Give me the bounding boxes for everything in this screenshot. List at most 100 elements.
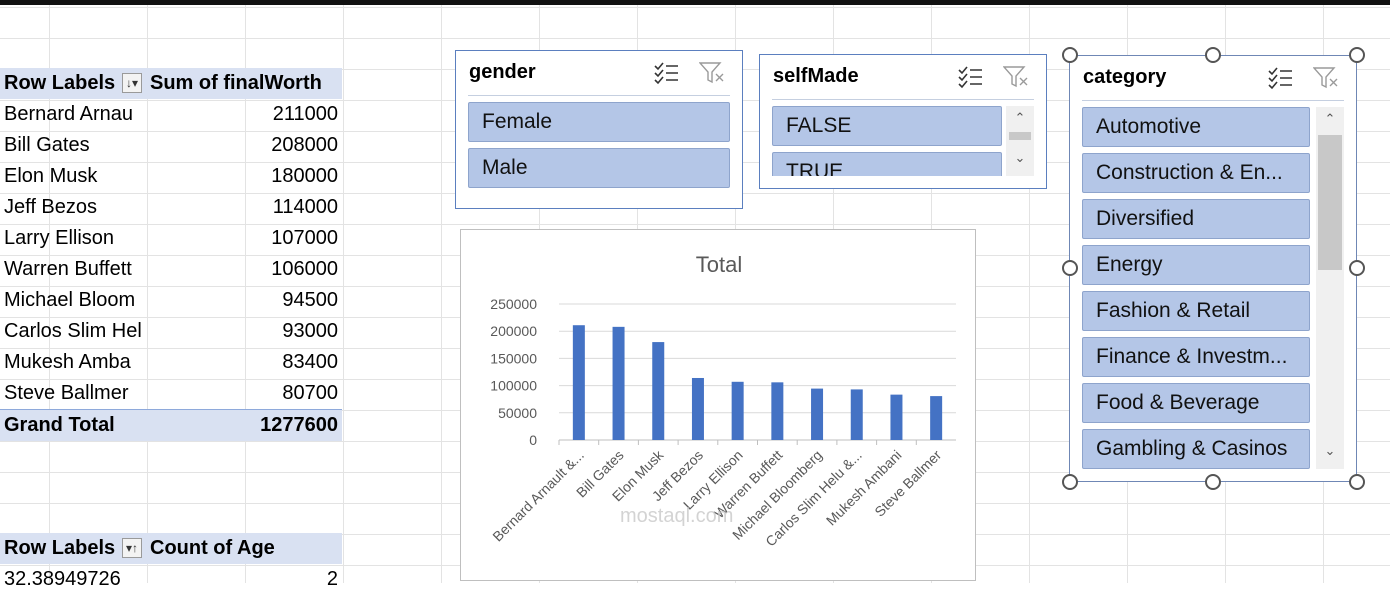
pivot2-header-row: Row Labels ▾↑ Count of Age xyxy=(0,533,342,564)
slicer-category-title: category xyxy=(1083,66,1167,88)
row-label: Michael Bloom xyxy=(4,289,136,311)
watermark-text: mostaql.com xyxy=(620,505,734,527)
resize-handle-top-left[interactable] xyxy=(1062,47,1078,63)
slicer-item-energy[interactable]: Energy xyxy=(1082,245,1310,285)
table-row[interactable]: Larry Ellison 107000 xyxy=(0,223,342,254)
row-value: 93000 xyxy=(282,320,338,342)
resize-handle-left[interactable] xyxy=(1062,260,1078,276)
resize-handle-bottom-left[interactable] xyxy=(1062,474,1078,490)
row-labels-filter-button[interactable]: ↓▾ xyxy=(122,73,142,93)
resize-handle-bottom-right[interactable] xyxy=(1349,474,1365,490)
slicer-gender-title: gender xyxy=(469,61,536,83)
slicer-gender[interactable]: gender Female Male xyxy=(455,50,743,209)
scrollbar-thumb[interactable] xyxy=(1009,132,1031,140)
row-value: 94500 xyxy=(282,289,338,311)
slicer-category[interactable]: category Automotive Construction & En...… xyxy=(1069,55,1357,482)
resize-handle-top[interactable] xyxy=(1205,47,1221,63)
grand-total-label: Grand Total xyxy=(4,414,115,436)
slicer-item-true[interactable]: TRUE xyxy=(772,152,1002,176)
row-value: 211000 xyxy=(272,103,338,125)
scroll-down-icon[interactable]: ⌄ xyxy=(1316,443,1344,459)
table-row[interactable]: Steve Ballmer 80700 xyxy=(0,378,342,409)
table-row[interactable]: Michael Bloom 94500 xyxy=(0,285,342,316)
multi-select-icon[interactable] xyxy=(1267,66,1295,90)
row-labels-header-2: Row Labels xyxy=(4,537,116,559)
slicer-item-diversified[interactable]: Diversified xyxy=(1082,199,1310,239)
row-value: 83400 xyxy=(282,351,338,373)
row-labels-filter-button-2[interactable]: ▾↑ xyxy=(122,538,142,558)
slicer-item-false[interactable]: FALSE xyxy=(772,106,1002,146)
bar[interactable] xyxy=(652,342,665,440)
slicer-item-fashion-retail[interactable]: Fashion & Retail xyxy=(1082,291,1310,331)
pivot-table-finalworth[interactable]: Row Labels ↓▾ Sum of finalWorth Bernard … xyxy=(0,68,342,441)
bar[interactable] xyxy=(771,382,784,440)
slicer-item-food-beverage[interactable]: Food & Beverage xyxy=(1082,383,1310,423)
chart-title: Total xyxy=(696,252,742,277)
resize-handle-bottom[interactable] xyxy=(1205,474,1221,490)
grand-total-row: Grand Total 1277600 xyxy=(0,409,342,441)
resize-handle-top-right[interactable] xyxy=(1349,47,1365,63)
clear-filter-icon[interactable] xyxy=(698,61,727,85)
row-value: 80700 xyxy=(282,382,338,404)
grand-total-value: 1277600 xyxy=(260,414,338,436)
table-row[interactable]: Jeff Bezos 114000 xyxy=(0,192,342,223)
table-row[interactable]: Bill Gates 208000 xyxy=(0,130,342,161)
slicer-category-scrollbar[interactable]: ⌃ ⌄ xyxy=(1316,107,1344,469)
resize-handle-right[interactable] xyxy=(1349,260,1365,276)
multi-select-icon[interactable] xyxy=(957,65,985,89)
pivot-header-row: Row Labels ↓▾ Sum of finalWorth xyxy=(0,68,342,99)
slicer-selfmade[interactable]: selfMade FALSE TRUE ⌃ ⌄ xyxy=(759,54,1047,189)
y-tick-label: 200000 xyxy=(490,323,537,339)
count-of-age-header: Count of Age xyxy=(150,537,275,559)
scroll-up-icon[interactable]: ⌃ xyxy=(1316,111,1344,127)
row-label: Carlos Slim Hel xyxy=(4,320,142,342)
slicer-item-finance[interactable]: Finance & Investm... xyxy=(1082,337,1310,377)
clear-filter-icon[interactable] xyxy=(1312,66,1341,90)
pivot2-row-label: 32.38949726 xyxy=(4,568,121,590)
row-label: Bernard Arnau xyxy=(4,103,133,125)
row-label: Larry Ellison xyxy=(4,227,115,249)
y-tick-label: 150000 xyxy=(490,350,537,366)
bar[interactable] xyxy=(572,325,585,440)
slicer-header-divider xyxy=(468,95,730,96)
row-value: 114000 xyxy=(272,196,338,218)
slicer-item-female[interactable]: Female xyxy=(468,102,730,142)
x-tick-label: Bernard Arnault &... xyxy=(489,447,587,545)
pivot-chart[interactable]: Total 0 50000 100000 150000 200000 250000 Bern… xyxy=(460,229,976,581)
clear-filter-icon[interactable] xyxy=(1002,65,1031,89)
bar[interactable] xyxy=(850,389,863,440)
bar[interactable] xyxy=(691,377,704,440)
scroll-up-icon[interactable]: ⌃ xyxy=(1006,110,1034,126)
slicer-item-automotive[interactable]: Automotive xyxy=(1082,107,1310,147)
slicer-selfmade-title: selfMade xyxy=(773,65,859,87)
table-row[interactable]: Mukesh Amba 83400 xyxy=(0,347,342,378)
row-value: 180000 xyxy=(271,165,338,187)
row-label: Jeff Bezos xyxy=(4,196,98,218)
row-label: Steve Ballmer xyxy=(4,382,129,404)
bar[interactable] xyxy=(811,388,824,440)
row-value: 208000 xyxy=(271,134,338,156)
slicer-item-male[interactable]: Male xyxy=(468,148,730,188)
pivot2-row[interactable]: 32.38949726 2 xyxy=(0,564,342,595)
pivot-table-age[interactable]: Row Labels ▾↑ Count of Age 32.38949726 2 xyxy=(0,533,342,595)
row-label: Mukesh Amba xyxy=(4,351,131,373)
table-row[interactable]: Bernard Arnau 211000 xyxy=(0,99,342,130)
y-tick-label: 250000 xyxy=(490,296,537,312)
table-row[interactable]: Elon Musk 180000 xyxy=(0,161,342,192)
table-row[interactable]: Carlos Slim Hel 93000 xyxy=(0,316,342,347)
row-label: Bill Gates xyxy=(4,134,90,156)
multi-select-icon[interactable] xyxy=(653,61,681,85)
slicer-selfmade-scrollbar[interactable]: ⌃ ⌄ xyxy=(1006,106,1034,176)
y-tick-label: 50000 xyxy=(498,405,537,421)
bar[interactable] xyxy=(890,394,903,440)
row-labels-header: Row Labels xyxy=(4,72,116,94)
scrollbar-thumb[interactable] xyxy=(1318,135,1342,270)
slicer-item-construction[interactable]: Construction & En... xyxy=(1082,153,1310,193)
bar[interactable] xyxy=(612,326,625,440)
slicer-item-gambling[interactable]: Gambling & Casinos xyxy=(1082,429,1310,469)
bar[interactable] xyxy=(930,396,943,440)
scroll-down-icon[interactable]: ⌄ xyxy=(1006,150,1034,166)
bar[interactable] xyxy=(731,381,744,440)
table-row[interactable]: Warren Buffett 106000 xyxy=(0,254,342,285)
slicer-header-divider xyxy=(772,99,1034,100)
